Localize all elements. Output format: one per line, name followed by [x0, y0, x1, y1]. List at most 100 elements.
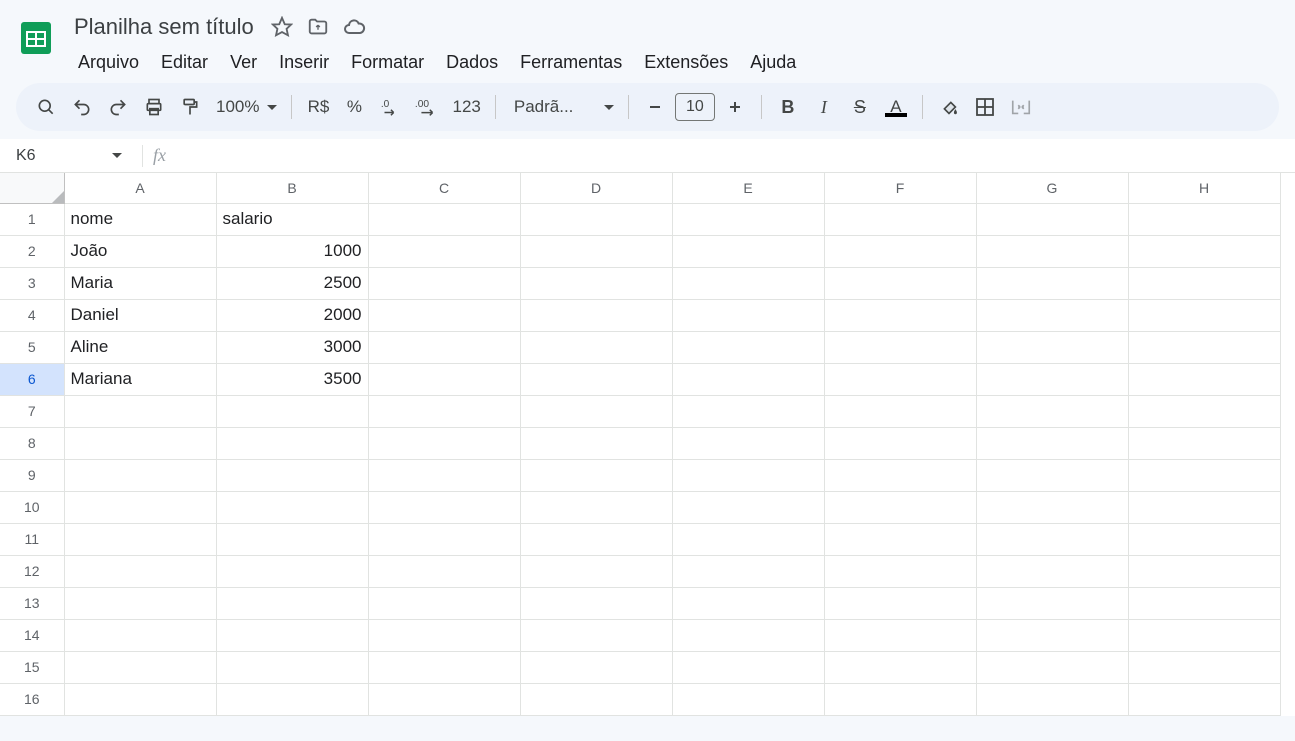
cell-H16[interactable]: [1128, 683, 1280, 715]
cell-A6[interactable]: Mariana: [64, 363, 216, 395]
cell-H13[interactable]: [1128, 587, 1280, 619]
cell-C6[interactable]: [368, 363, 520, 395]
document-title[interactable]: Planilha sem título: [68, 12, 260, 42]
cell-H7[interactable]: [1128, 395, 1280, 427]
cell-B9[interactable]: [216, 459, 368, 491]
cell-G6[interactable]: [976, 363, 1128, 395]
cell-B8[interactable]: [216, 427, 368, 459]
cell-E6[interactable]: [672, 363, 824, 395]
cell-H8[interactable]: [1128, 427, 1280, 459]
cell-D16[interactable]: [520, 683, 672, 715]
column-header-G[interactable]: G: [976, 173, 1128, 203]
cell-G10[interactable]: [976, 491, 1128, 523]
cell-A13[interactable]: [64, 587, 216, 619]
cell-D12[interactable]: [520, 555, 672, 587]
cell-A16[interactable]: [64, 683, 216, 715]
menu-formatar[interactable]: Formatar: [341, 48, 434, 77]
cell-H2[interactable]: [1128, 235, 1280, 267]
cell-D10[interactable]: [520, 491, 672, 523]
cell-F12[interactable]: [824, 555, 976, 587]
cell-D3[interactable]: [520, 267, 672, 299]
row-header-11[interactable]: 11: [0, 523, 64, 555]
font-family-select[interactable]: Padrã...: [506, 91, 618, 123]
row-header-12[interactable]: 12: [0, 555, 64, 587]
cell-A12[interactable]: [64, 555, 216, 587]
cell-C3[interactable]: [368, 267, 520, 299]
cell-D6[interactable]: [520, 363, 672, 395]
cell-F14[interactable]: [824, 619, 976, 651]
cell-B14[interactable]: [216, 619, 368, 651]
select-all-corner[interactable]: [0, 173, 64, 203]
cell-C16[interactable]: [368, 683, 520, 715]
cell-H12[interactable]: [1128, 555, 1280, 587]
redo-button[interactable]: [102, 91, 134, 123]
row-header-5[interactable]: 5: [0, 331, 64, 363]
menu-dados[interactable]: Dados: [436, 48, 508, 77]
cell-H5[interactable]: [1128, 331, 1280, 363]
cell-G2[interactable]: [976, 235, 1128, 267]
cell-C15[interactable]: [368, 651, 520, 683]
cell-F15[interactable]: [824, 651, 976, 683]
cell-B13[interactable]: [216, 587, 368, 619]
cell-G5[interactable]: [976, 331, 1128, 363]
cell-A14[interactable]: [64, 619, 216, 651]
cell-D5[interactable]: [520, 331, 672, 363]
number-format-button[interactable]: 123: [448, 91, 484, 123]
cell-D14[interactable]: [520, 619, 672, 651]
cell-G11[interactable]: [976, 523, 1128, 555]
cell-E15[interactable]: [672, 651, 824, 683]
cell-A4[interactable]: Daniel: [64, 299, 216, 331]
row-header-2[interactable]: 2: [0, 235, 64, 267]
cell-F2[interactable]: [824, 235, 976, 267]
cell-C12[interactable]: [368, 555, 520, 587]
cell-F6[interactable]: [824, 363, 976, 395]
sheets-logo[interactable]: [16, 18, 56, 58]
increase-fontsize-button[interactable]: [719, 91, 751, 123]
cell-H10[interactable]: [1128, 491, 1280, 523]
row-header-14[interactable]: 14: [0, 619, 64, 651]
cell-B10[interactable]: [216, 491, 368, 523]
decrease-fontsize-button[interactable]: [639, 91, 671, 123]
cell-F3[interactable]: [824, 267, 976, 299]
cell-E16[interactable]: [672, 683, 824, 715]
cell-A9[interactable]: [64, 459, 216, 491]
cell-A3[interactable]: Maria: [64, 267, 216, 299]
borders-button[interactable]: [969, 91, 1001, 123]
cell-H14[interactable]: [1128, 619, 1280, 651]
row-header-8[interactable]: 8: [0, 427, 64, 459]
cell-B7[interactable]: [216, 395, 368, 427]
cloud-status-icon[interactable]: [340, 13, 368, 41]
menu-arquivo[interactable]: Arquivo: [68, 48, 149, 77]
cell-B5[interactable]: 3000: [216, 331, 368, 363]
column-header-E[interactable]: E: [672, 173, 824, 203]
column-header-H[interactable]: H: [1128, 173, 1280, 203]
cell-E5[interactable]: [672, 331, 824, 363]
cell-B1[interactable]: salario: [216, 203, 368, 235]
move-icon[interactable]: [304, 13, 332, 41]
cell-C14[interactable]: [368, 619, 520, 651]
row-header-3[interactable]: 3: [0, 267, 64, 299]
cell-B6[interactable]: 3500: [216, 363, 368, 395]
cell-F1[interactable]: [824, 203, 976, 235]
cell-F8[interactable]: [824, 427, 976, 459]
cell-B15[interactable]: [216, 651, 368, 683]
menu-ferramentas[interactable]: Ferramentas: [510, 48, 632, 77]
cell-G13[interactable]: [976, 587, 1128, 619]
text-color-button[interactable]: A: [880, 91, 912, 123]
cell-D15[interactable]: [520, 651, 672, 683]
cell-E9[interactable]: [672, 459, 824, 491]
cell-G14[interactable]: [976, 619, 1128, 651]
cell-F10[interactable]: [824, 491, 976, 523]
column-header-A[interactable]: A: [64, 173, 216, 203]
cell-B4[interactable]: 2000: [216, 299, 368, 331]
cell-C4[interactable]: [368, 299, 520, 331]
cell-B3[interactable]: 2500: [216, 267, 368, 299]
cell-E7[interactable]: [672, 395, 824, 427]
cell-D4[interactable]: [520, 299, 672, 331]
cell-E12[interactable]: [672, 555, 824, 587]
fontsize-input[interactable]: 10: [675, 93, 715, 121]
cell-F7[interactable]: [824, 395, 976, 427]
cell-D11[interactable]: [520, 523, 672, 555]
cell-D1[interactable]: [520, 203, 672, 235]
cell-F11[interactable]: [824, 523, 976, 555]
